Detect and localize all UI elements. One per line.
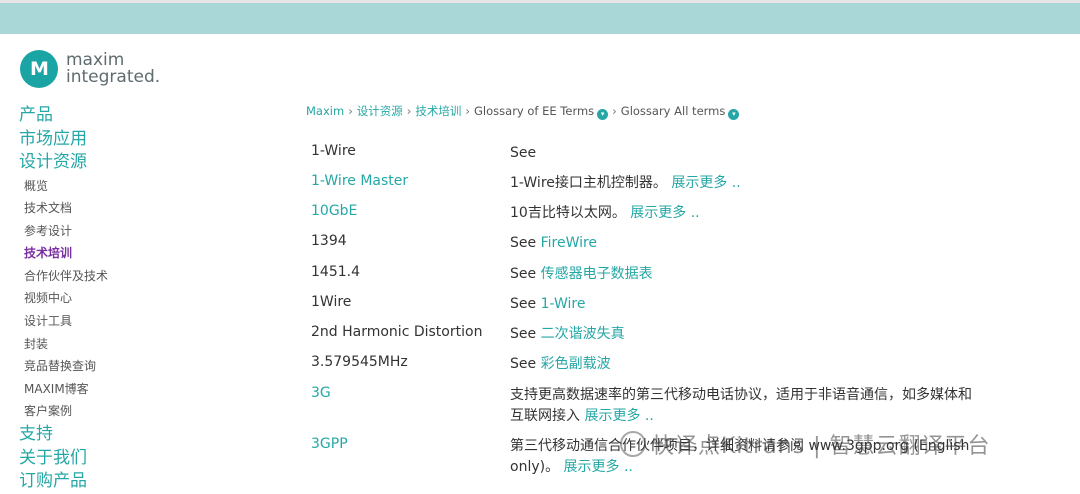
sidebar-nav: 产品 市场应用 设计资源 概览 技术文档 参考设计 技术培训 合作伙伴及技术 视频中心 设计工具封… xyxy=(19,104,108,494)
breadcrumb: Maxim › 设计资源 › 技术培训 › Glossary of EE Terms ▾ › Gl… xyxy=(306,103,740,120)
glossary-row: 3G 支持更高数据速率的第三代移动电话协议，适用于非语音通信，如多媒体和互联网接入… xyxy=(311,385,1011,436)
breadcrumb-separator: › xyxy=(465,104,471,118)
show-more-link[interactable]: 展示更多 .. xyxy=(584,408,653,424)
glossary-definition: See 1-Wire xyxy=(510,294,980,315)
breadcrumb-separator: › xyxy=(406,104,412,118)
glossary-definition: 第三代移动通信合作伙伴项目，详细资料请参阅 www.3gpp.org (Engl… xyxy=(510,436,980,478)
nav-sub-customer-cases[interactable]: 客户案例 xyxy=(19,400,108,423)
nav-sub-tech-training[interactable]: 技术培训 xyxy=(19,242,108,265)
glossary-row: 3GPP 第三代移动通信合作伙伴项目，详细资料请参阅 www.3gpp.org (… xyxy=(311,436,1011,486)
logo-line-2: integrated. xyxy=(66,67,161,87)
glossary-definition: See 传感器电子数据表 xyxy=(510,264,980,285)
glossary-definition: See 彩色副载波 xyxy=(510,354,980,375)
definition-link[interactable]: FireWire xyxy=(541,235,597,251)
glossary-row: 1Wire See 1-Wire xyxy=(311,294,1011,324)
top-banner xyxy=(0,3,1080,34)
nav-sub-cross-reference[interactable]: 竞品替换查询 xyxy=(19,355,108,378)
breadcrumb-item[interactable]: 技术培训 xyxy=(415,104,461,118)
glossary-term[interactable]: 10GbE xyxy=(311,203,357,219)
definition-text: See xyxy=(510,296,537,312)
nav-markets[interactable]: 市场应用 xyxy=(19,128,108,152)
definition-link[interactable]: 彩色副载波 xyxy=(541,356,611,372)
chevron-down-icon[interactable]: ▾ xyxy=(728,109,740,120)
nav-sub-reference-designs[interactable]: 参考设计 xyxy=(19,220,108,243)
definition-text: 10吉比特以太网。 xyxy=(510,205,626,221)
nav-sub-partners[interactable]: 合作伙伴及技术 xyxy=(19,265,108,288)
glossary-definition: 10吉比特以太网。 展示更多 .. xyxy=(510,203,980,224)
glossary-term: 1394 xyxy=(311,233,347,249)
glossary-row: 1451.4 See 传感器电子数据表 xyxy=(311,264,1011,294)
nav-sub-design-tools[interactable]: 设计工具 xyxy=(19,310,108,333)
breadcrumb-item: Glossary All terms xyxy=(620,104,726,118)
logo-icon: M xyxy=(20,50,58,88)
nav-support[interactable]: 支持 xyxy=(19,423,108,447)
definition-link[interactable]: 1-Wire xyxy=(541,296,586,312)
nav-sub-tech-docs[interactable]: 技术文档 xyxy=(19,197,108,220)
definition-text: See xyxy=(510,145,537,161)
glossary-row: 1-Wire Master 1-Wire接口主机控制器。 展示更多 .. xyxy=(311,173,1011,203)
glossary-term: 1Wire xyxy=(311,294,352,310)
glossary-definition: See 二次谐波失真 xyxy=(510,324,980,345)
definition-text: See xyxy=(510,235,537,251)
glossary-row: 3.579545MHz See 彩色副载波 xyxy=(311,354,1011,385)
breadcrumb-item: Glossary of EE Terms xyxy=(474,104,595,118)
glossary-term: 1451.4 xyxy=(311,264,360,280)
breadcrumb-separator: › xyxy=(612,104,617,118)
nav-sub-packaging[interactable]: 封装 xyxy=(19,333,108,356)
glossary-term[interactable]: 1-Wire Master xyxy=(311,173,408,189)
breadcrumb-item[interactable]: Maxim xyxy=(306,104,344,118)
show-more-link[interactable]: 展示更多 .. xyxy=(630,205,699,221)
nav-about[interactable]: 关于我们 xyxy=(19,447,108,471)
show-more-link[interactable]: 展示更多 .. xyxy=(564,459,633,475)
glossary-term: 1-Wire xyxy=(311,143,356,159)
glossary-term: 3.579545MHz xyxy=(311,354,408,370)
nav-order[interactable]: 订购产品 xyxy=(19,470,108,494)
breadcrumb-separator: › xyxy=(348,104,353,118)
definition-text: See xyxy=(510,356,537,372)
glossary-definition: See FireWire xyxy=(510,233,980,254)
definition-link[interactable]: 传感器电子数据表 xyxy=(541,266,653,282)
glossary-definition: 1-Wire接口主机控制器。 展示更多 .. xyxy=(510,173,980,194)
breadcrumb-item[interactable]: 设计资源 xyxy=(357,104,403,118)
glossary-row: 1-Wire See xyxy=(311,143,1011,173)
glossary-definition: 支持更高数据速率的第三代移动电话协议，适用于非语音通信，如多媒体和互联网接入 展… xyxy=(510,385,980,427)
definition-text: 支持更高数据速率的第三代移动电话协议，适用于非语音通信，如多媒体和互联网接入 xyxy=(510,387,972,424)
glossary-term[interactable]: 3GPP xyxy=(311,436,348,452)
definition-text: 1-Wire接口主机控制器。 xyxy=(510,175,667,191)
maxim-logo[interactable]: M maxim integrated. xyxy=(20,50,160,88)
chevron-down-icon[interactable]: ▾ xyxy=(597,109,609,120)
definition-text: See xyxy=(510,266,537,282)
nav-design-resources[interactable]: 设计资源 xyxy=(19,151,108,175)
glossary-row: 1394 See FireWire xyxy=(311,233,1011,264)
glossary-definition: See xyxy=(510,143,980,164)
show-more-link[interactable]: 展示更多 .. xyxy=(671,175,740,191)
nav-sub-overview[interactable]: 概览 xyxy=(19,175,108,198)
glossary-row: 2nd Harmonic Distortion See 二次谐波失真 xyxy=(311,324,1011,354)
glossary-term: 2nd Harmonic Distortion xyxy=(311,324,483,340)
nav-sub-blog[interactable]: MAXIM博客 xyxy=(19,378,108,401)
logo-wordmark: maxim integrated. xyxy=(66,52,160,86)
nav-sub-video-center[interactable]: 视频中心 xyxy=(19,287,108,310)
nav-products[interactable]: 产品 xyxy=(19,104,108,128)
glossary-row: 10GbE 10吉比特以太网。 展示更多 .. xyxy=(311,203,1011,233)
definition-text: See xyxy=(510,326,537,342)
definition-link[interactable]: 二次谐波失真 xyxy=(541,326,625,342)
glossary-term[interactable]: 3G xyxy=(311,385,331,401)
